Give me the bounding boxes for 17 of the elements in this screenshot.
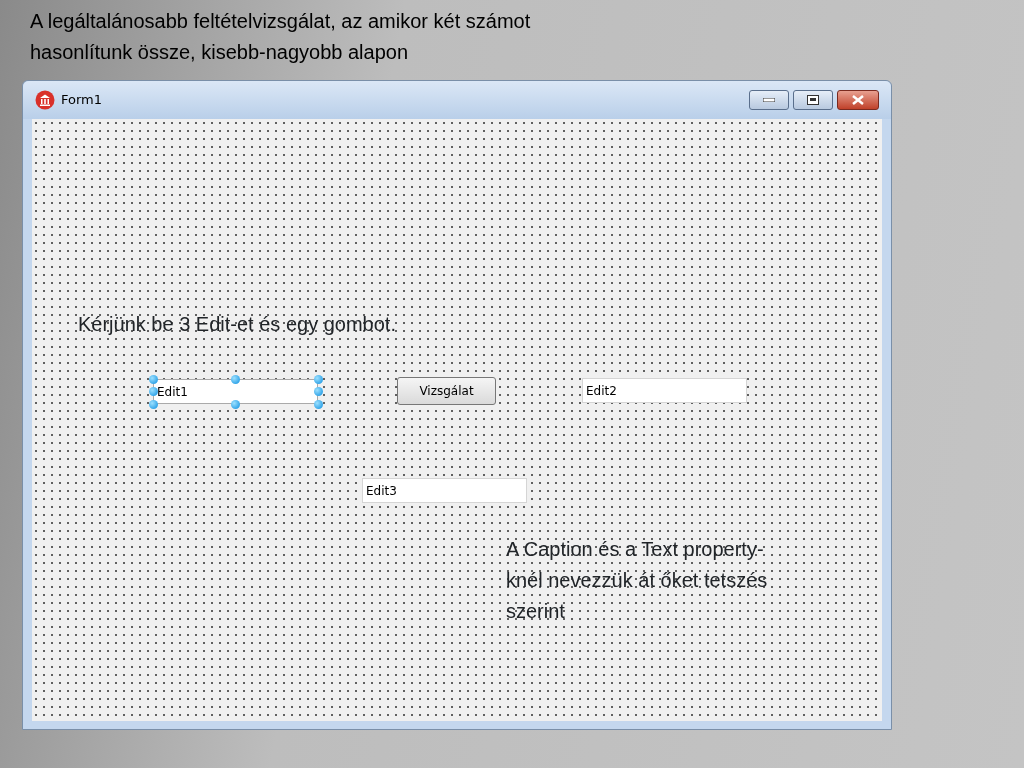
vizsgalat-button[interactable]: Vizsgálat <box>397 377 496 405</box>
close-button[interactable] <box>837 90 879 110</box>
selection-handle[interactable] <box>231 399 240 409</box>
window-title: Form1 <box>61 91 103 110</box>
edit-field[interactable]: Edit1 <box>153 379 318 404</box>
instruction-text: Kérjünk be 3 Edit-et és egy gombot. <box>78 312 396 337</box>
maximize-icon <box>807 95 819 105</box>
edit-field[interactable]: Edit3 <box>362 478 527 503</box>
edit-field[interactable]: Edit2 <box>582 378 747 403</box>
minimize-icon <box>763 98 775 102</box>
app-icon <box>35 90 55 110</box>
close-icon <box>852 95 864 105</box>
minimize-button[interactable] <box>749 90 789 110</box>
slide-heading: A legáltalánosabb feltételvizsgálat, az amikor két számot hasonlítunk össze, kisebb-nagyobb alapon <box>29 9 532 65</box>
selection-handle[interactable] <box>231 374 240 384</box>
note-text: A Caption és a Text property-knél nevezzük át őket tetszés szerint <box>506 537 769 624</box>
maximize-button[interactable] <box>793 90 833 110</box>
